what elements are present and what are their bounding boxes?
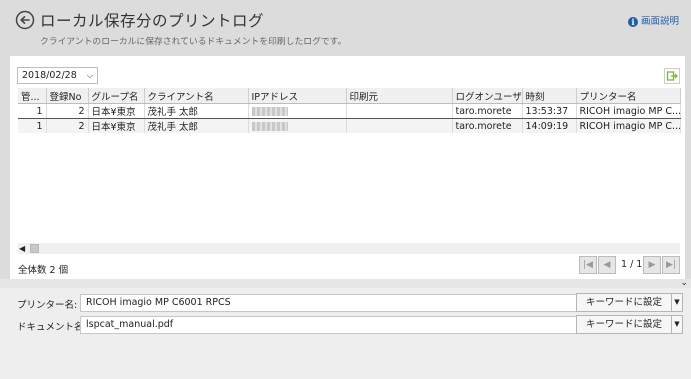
export-button[interactable] (664, 68, 680, 84)
cell-user: taro.morete (452, 103, 523, 119)
cell-client: 茂礼手 太郎 (144, 103, 249, 119)
column-header-client[interactable]: クライアント名 (144, 88, 249, 104)
cell-id: 1 (18, 103, 47, 119)
help-label: 画面説明 (640, 16, 679, 27)
cell-reg-no: 2 (46, 103, 89, 119)
collapse-chevron-icon[interactable]: ⌄ (680, 279, 688, 288)
detail-panel: プリンター名: RICOH imagio MP C6001 RPCS キーワード… (0, 288, 691, 379)
table-row[interactable]: 1 2 日本¥東京 茂礼手 太郎 taro.morete 14:09:19 RI… (18, 118, 681, 133)
cell-printer: RICOH imagio MP C... (576, 118, 681, 133)
printer-name-label: プリンター名: (17, 300, 78, 311)
first-page-button[interactable]: |◀ (579, 256, 597, 274)
prev-page-icon: ◀ (603, 260, 611, 270)
cell-reg-no: 2 (46, 118, 89, 133)
cell-client: 茂礼手 太郎 (144, 118, 249, 133)
redacted-ip (251, 121, 288, 131)
cell-time: 13:53:37 (522, 103, 577, 119)
printer-keyword-button[interactable]: キーワードに設定 (576, 293, 672, 312)
last-page-button[interactable]: ▶| (662, 256, 680, 274)
chevron-down-icon: ▼ (674, 298, 680, 306)
column-header-group[interactable]: グループ名 (88, 88, 145, 104)
circle-left-arrow-icon (15, 10, 35, 30)
document-keyword-button[interactable]: キーワードに設定 (576, 315, 672, 334)
info-icon: i (627, 17, 638, 27)
help-link[interactable]: i 画面説明 (627, 13, 679, 27)
page-subtitle: クライアントのローカルに保存されているドキュメントを印刷したログです。 (40, 37, 347, 47)
page-title: ローカル保存分のプリントログ (40, 12, 265, 30)
cell-ip (248, 103, 347, 119)
back-button[interactable] (15, 10, 35, 30)
scroll-left-icon[interactable]: ◀ (19, 243, 25, 254)
cell-id: 1 (18, 118, 47, 133)
last-page-icon: ▶| (666, 260, 676, 270)
date-value: 2018/02/28 (22, 70, 77, 81)
chevron-down-icon: ⌵ (86, 71, 93, 80)
column-header-printer[interactable]: プリンター名 (576, 88, 681, 104)
horizontal-scrollbar[interactable]: ◀ (18, 243, 680, 254)
column-header-time[interactable]: 時刻 (522, 88, 577, 104)
document-keyword-dropdown[interactable]: ▼ (671, 315, 683, 334)
log-table: 管... 登録No グループ名 クライアント名 IPアドレス 印刷元 ログオンユ… (18, 88, 681, 133)
cell-ip (248, 118, 347, 133)
printer-keyword-dropdown[interactable]: ▼ (671, 293, 683, 312)
cell-printer: RICOH imagio MP C... (576, 103, 681, 119)
column-header-source[interactable]: 印刷元 (346, 88, 453, 104)
cell-source (346, 118, 453, 133)
total-count: 全体数 2 個 (18, 265, 69, 276)
panel-splitter[interactable]: ⌄ (0, 279, 691, 288)
printer-name-field[interactable]: RICOH imagio MP C6001 RPCS (80, 294, 577, 312)
cell-group: 日本¥東京 (88, 103, 145, 119)
column-header-ip[interactable]: IPアドレス (248, 88, 347, 104)
document-name-label: ドキュメント名: (17, 322, 87, 333)
cell-group: 日本¥東京 (88, 118, 145, 133)
page-header: ローカル保存分のプリントログ クライアントのローカルに保存されているドキュメント… (0, 0, 691, 56)
next-page-icon: ▶ (648, 260, 656, 270)
date-select[interactable]: 2018/02/28 ⌵ (17, 67, 98, 84)
chevron-down-icon: ▼ (674, 320, 680, 328)
table-row[interactable]: 1 2 日本¥東京 茂礼手 太郎 taro.morete 13:53:37 RI… (18, 103, 681, 119)
cell-source (346, 103, 453, 119)
export-icon (666, 71, 678, 81)
pagination: |◀ ◀ 1 / 1 ▶ ▶| (579, 256, 680, 274)
column-header-reg-no[interactable]: 登録No (46, 88, 89, 104)
log-panel: 2018/02/28 ⌵ 管... 登録No グループ名 クライアント名 IPア… (10, 56, 685, 279)
cell-user: taro.morete (452, 118, 523, 133)
cell-time: 14:09:19 (522, 118, 577, 133)
column-header-user[interactable]: ログオンユーザ... (452, 88, 523, 104)
next-page-button[interactable]: ▶ (643, 256, 661, 274)
document-name-field[interactable]: lspcat_manual.pdf (80, 316, 577, 334)
table-header-row: 管... 登録No グループ名 クライアント名 IPアドレス 印刷元 ログオンユ… (18, 88, 681, 104)
prev-page-button[interactable]: ◀ (598, 256, 616, 274)
page-info: 1 / 1 (621, 259, 643, 270)
scrollbar-thumb[interactable] (30, 244, 39, 253)
column-header-id[interactable]: 管... (18, 88, 47, 104)
first-page-icon: |◀ (583, 260, 593, 270)
redacted-ip (251, 106, 288, 116)
